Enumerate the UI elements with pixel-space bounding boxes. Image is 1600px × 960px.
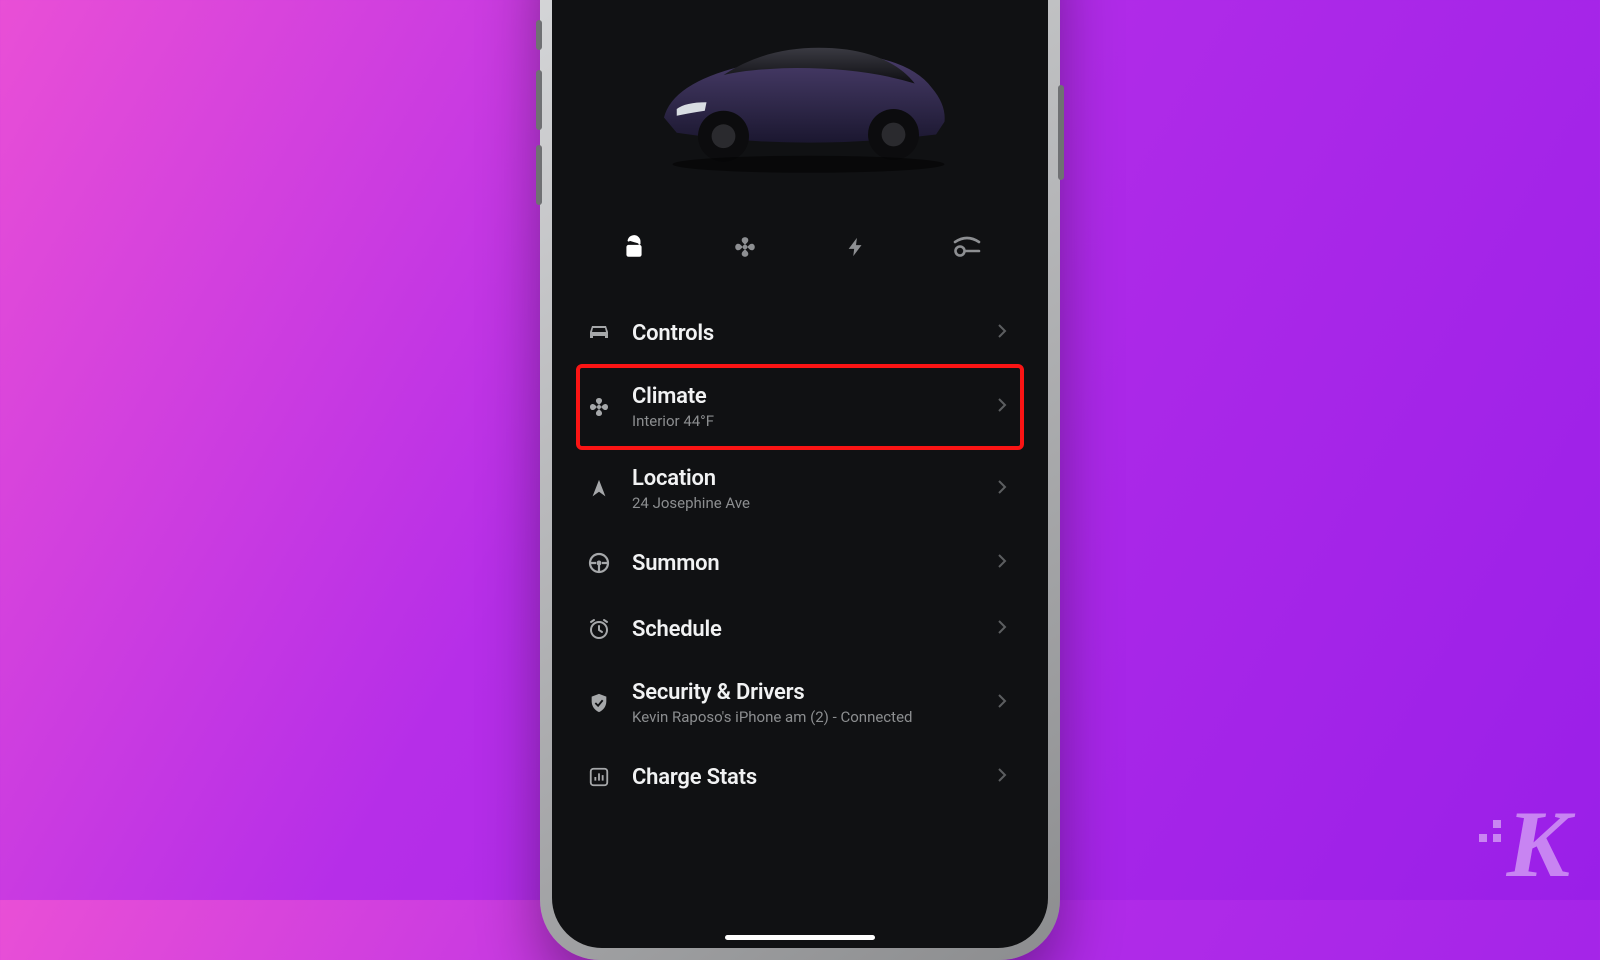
chevron-right-icon <box>996 692 1016 714</box>
menu-item-subtitle: 24 Josephine Ave <box>632 494 996 512</box>
bolt-icon <box>845 234 867 260</box>
menu-item-title: Charge Stats <box>632 765 996 790</box>
menu-item-schedule[interactable]: Schedule <box>578 596 1022 662</box>
car-front-icon <box>584 318 614 348</box>
phone-frame: Controls Climate Inter <box>540 0 1060 960</box>
menu-item-title: Location <box>632 466 996 491</box>
chevron-right-icon <box>996 766 1016 788</box>
menu-item-controls[interactable]: Controls <box>578 300 1022 366</box>
watermark-dots <box>1479 820 1501 842</box>
watermark: K <box>1479 806 1570 882</box>
steering-wheel-icon <box>584 548 614 578</box>
menu-item-title: Security & Drivers <box>632 680 996 705</box>
menu-item-title: Controls <box>632 321 996 346</box>
watermark-letter: K <box>1507 806 1570 882</box>
chevron-right-icon <box>996 618 1016 640</box>
menu-item-subtitle: Kevin Raposo's iPhone am (2) - Connected <box>632 708 996 726</box>
quick-actions-row <box>578 212 1022 282</box>
lock-icon <box>621 234 647 260</box>
fan-icon <box>584 392 614 422</box>
phone-volume-down <box>536 145 542 205</box>
car-icon <box>630 7 970 177</box>
menu-item-climate[interactable]: Climate Interior 44°F <box>578 366 1022 448</box>
chevron-right-icon <box>996 396 1016 418</box>
quick-action-charge[interactable] <box>836 227 876 267</box>
quick-action-lock[interactable] <box>614 227 654 267</box>
phone-volume-up <box>536 70 542 130</box>
menu-item-charge-stats[interactable]: Charge Stats <box>578 744 1022 810</box>
charge-port-icon <box>952 236 982 258</box>
menu-item-title: Schedule <box>632 617 996 642</box>
phone-silent-switch <box>536 20 542 50</box>
menu-item-subtitle: Interior 44°F <box>632 412 996 430</box>
home-indicator[interactable] <box>725 935 875 940</box>
menu-item-security[interactable]: Security & Drivers Kevin Raposo's iPhone… <box>578 662 1022 744</box>
phone-screen: Controls Climate Inter <box>552 0 1048 948</box>
bar-chart-icon <box>584 762 614 792</box>
menu-item-location[interactable]: Location 24 Josephine Ave <box>578 448 1022 530</box>
vehicle-image <box>578 0 1022 202</box>
phone-power-button <box>1058 85 1064 180</box>
chevron-right-icon <box>996 478 1016 500</box>
shield-icon <box>584 688 614 718</box>
quick-action-charge-port[interactable] <box>947 227 987 267</box>
menu-item-title: Climate <box>632 384 996 409</box>
menu-item-summon[interactable]: Summon <box>578 530 1022 596</box>
chevron-right-icon <box>996 552 1016 574</box>
fan-icon <box>732 234 758 260</box>
menu-item-title: Summon <box>632 551 996 576</box>
quick-action-fan[interactable] <box>725 227 765 267</box>
chevron-right-icon <box>996 322 1016 344</box>
main-menu: Controls Climate Inter <box>578 300 1022 810</box>
clock-icon <box>584 614 614 644</box>
nav-arrow-icon <box>584 474 614 504</box>
